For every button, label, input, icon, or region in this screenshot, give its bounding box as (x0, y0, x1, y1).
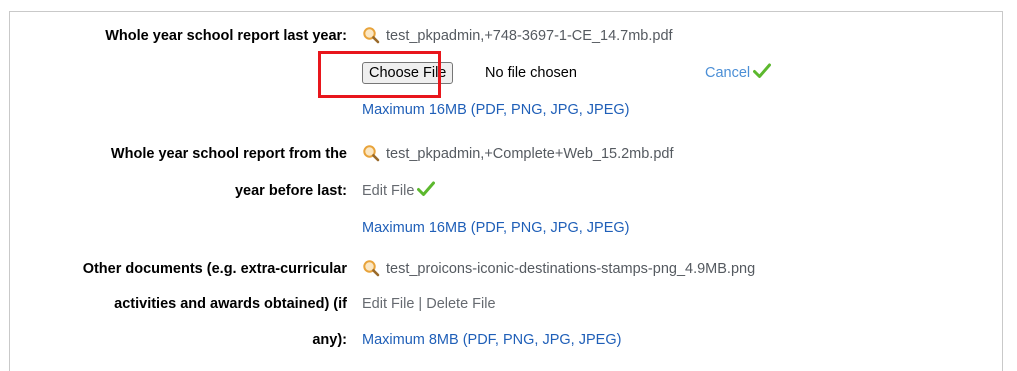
max-row-year-before-last: Maximum 16MB (PDF, PNG, JPG, JPEG) (0, 215, 1017, 241)
magnifier-icon[interactable] (362, 259, 380, 277)
link-separator: | (418, 296, 423, 312)
checkmark-icon (753, 63, 772, 78)
no-file-chosen-text: No file chosen (485, 65, 577, 81)
delete-file-link-other-documents[interactable]: Delete File (426, 296, 495, 312)
max-row-last-year: Maximum 16MB (PDF, PNG, JPG, JPEG) (0, 97, 1017, 123)
field-label-last-year: Whole year school report last year: (105, 28, 347, 44)
cancel-label[interactable]: Cancel (705, 65, 750, 81)
file-entry-last-year[interactable]: test_pkpadmin,+748-3697-1-CE_14.7mb.pdf (362, 23, 673, 49)
edit-row-year-before-last: year before last: Edit File (0, 178, 1017, 204)
field-label-year-before-last-line2: year before last: (234, 183, 347, 199)
magnifier-icon[interactable] (362, 144, 380, 162)
magnifier-icon[interactable] (362, 26, 380, 44)
file-entry-year-before-last[interactable]: test_pkpadmin,+Complete+Web_15.2mb.pdf (362, 141, 674, 167)
max-size-note-year-before-last: Maximum 16MB (PDF, PNG, JPG, JPEG) (362, 220, 630, 236)
checkmark-icon (417, 181, 436, 196)
choose-file-button[interactable]: Choose File (362, 62, 454, 84)
edit-row-other-documents: activities and awards obtained) (if Edit… (0, 291, 1017, 317)
edit-file-link-year-before-last[interactable]: Edit File (362, 183, 414, 199)
edit-entry-year-before-last: Edit File (362, 178, 436, 204)
max-size-note-other-documents: Maximum 8MB (PDF, PNG, JPG, JPEG) (362, 332, 622, 348)
field-label-year-before-last-line1: Whole year school report from the (110, 146, 347, 162)
cancel-link[interactable]: Cancel (705, 60, 772, 86)
file-link-last-year[interactable]: test_pkpadmin,+748-3697-1-CE_14.7mb.pdf (386, 28, 673, 44)
upload-row-last-year: Choose File No file chosen Cancel (0, 60, 1017, 86)
edit-file-link-other-documents[interactable]: Edit File (362, 296, 414, 312)
field-row-last-year: Whole year school report last year: test… (0, 23, 1017, 49)
field-label-other-documents-line3: any): (312, 332, 347, 348)
file-link-year-before-last[interactable]: test_pkpadmin,+Complete+Web_15.2mb.pdf (386, 146, 674, 162)
field-label-other-documents-line2: activities and awards obtained) (if (114, 296, 347, 312)
field-label-other-documents-line1: Other documents (e.g. extra-curricular (82, 261, 347, 277)
edit-entry-other-documents: Edit File | Delete File (362, 291, 496, 317)
max-size-note-last-year: Maximum 16MB (PDF, PNG, JPG, JPEG) (362, 102, 630, 118)
field-row-year-before-last: Whole year school report from the test_p… (0, 141, 1017, 167)
max-row-other-documents: any): Maximum 8MB (PDF, PNG, JPG, JPEG) (0, 327, 1017, 353)
field-row-other-documents: Other documents (e.g. extra-curricular t… (0, 256, 1017, 282)
file-link-other-documents[interactable]: test_proicons-iconic-destinations-stamps… (386, 261, 755, 277)
file-entry-other-documents[interactable]: test_proicons-iconic-destinations-stamps… (362, 256, 755, 282)
